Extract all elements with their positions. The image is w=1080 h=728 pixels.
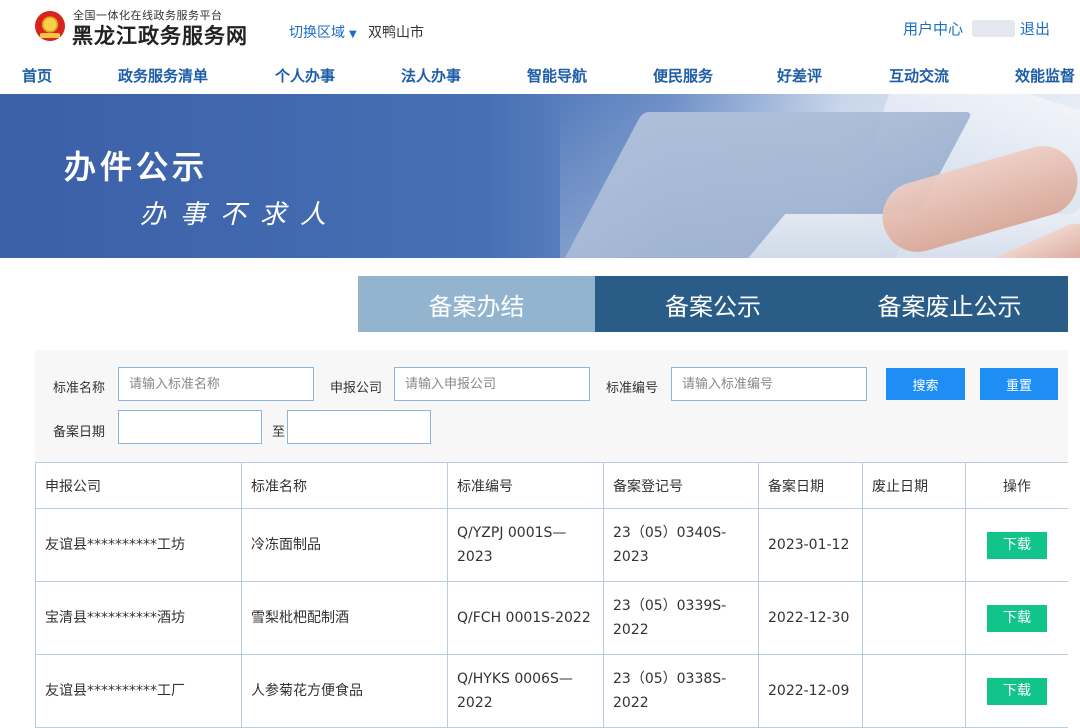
banner-slogan: 办事不求人: [140, 200, 341, 230]
nav-item-interaction[interactable]: 互动交流: [889, 65, 949, 86]
record-table: 申报公司 标准名称 标准编号 备案登记号 备案日期 废止日期 操作 友谊县***…: [35, 462, 1068, 728]
record-date-label: 备案日期: [53, 425, 106, 440]
user-center-link[interactable]: 用户中心: [903, 18, 963, 39]
cell-date: 2022-12-30: [758, 581, 863, 655]
record-tabs: 备案办结 备案公示 备案废止公示: [358, 276, 1068, 332]
cell-reg-no: 23（05）0339S-2022: [603, 581, 759, 655]
cell-reg-no: 23（05）0340S-2023: [603, 508, 759, 582]
caret-down-icon: ▼: [349, 29, 357, 40]
nav-item-convenience[interactable]: 便民服务: [653, 65, 713, 86]
cell-standard-code: Q/HYKS 0006S—2022: [447, 654, 604, 728]
current-region: 双鸭山市: [368, 25, 424, 41]
cell-standard-code: Q/FCH 0001S-2022: [447, 581, 604, 655]
company-input[interactable]: [394, 367, 590, 401]
cell-revoke-date: [862, 508, 966, 582]
site-logo-title[interactable]: 黑龙江政务服务网: [72, 20, 248, 50]
standard-name-label: 标准名称: [53, 381, 106, 396]
search-panel: 标准名称 申报公司 标准编号 搜索 重置 备案日期 至: [35, 350, 1068, 462]
top-bar: 全国一体化在线政务服务平台 黑龙江政务服务网 切换区域 ▼ 双鸭山市 用户中心 退…: [0, 0, 1080, 58]
column-header-company: 申报公司: [35, 462, 242, 509]
region-switch-label: 切换区域: [289, 25, 345, 41]
cell-date: 2023-01-12: [758, 508, 863, 582]
column-header-reg-no: 备案登记号: [603, 462, 759, 509]
column-header-date: 备案日期: [758, 462, 863, 509]
nav-item-service-list[interactable]: 政务服务清单: [118, 65, 208, 86]
cell-action: 下载: [965, 508, 1068, 582]
tab-record-publicity[interactable]: 备案公示: [595, 276, 831, 332]
download-button[interactable]: 下载: [987, 604, 1047, 632]
user-name-masked: [972, 20, 1015, 37]
column-header-name: 标准名称: [241, 462, 448, 509]
standard-code-input[interactable]: [671, 367, 867, 401]
record-date-end-input[interactable]: [287, 410, 431, 444]
nav-item-rating[interactable]: 好差评: [777, 65, 822, 86]
download-button[interactable]: 下载: [987, 677, 1047, 705]
hero-banner: 办件公示 办事不求人: [0, 94, 1080, 258]
banner-title: 办件公示: [64, 148, 209, 186]
column-header-code: 标准编号: [447, 462, 604, 509]
cell-standard-code: Q/YZPJ 0001S—2023: [447, 508, 604, 582]
cell-date: 2022-12-09: [758, 654, 863, 728]
column-header-action: 操作: [965, 462, 1068, 509]
cell-revoke-date: [862, 581, 966, 655]
main-nav: 首页 政务服务清单 个人办事 法人办事 智能导航 便民服务 好差评 互动交流 效…: [0, 58, 1080, 94]
table-header-row: 申报公司 标准名称 标准编号 备案登记号 备案日期 废止日期 操作: [35, 462, 1068, 509]
record-table-container: 申报公司 标准名称 标准编号 备案登记号 备案日期 废止日期 操作 友谊县***…: [35, 462, 1068, 728]
search-button[interactable]: 搜索: [886, 368, 965, 400]
cell-company: 友谊县**********工厂: [35, 654, 242, 728]
cell-company: 友谊县**********工坊: [35, 508, 242, 582]
nav-item-home[interactable]: 首页: [22, 65, 52, 86]
nav-item-supervision[interactable]: 效能监督: [1015, 65, 1075, 86]
company-label: 申报公司: [330, 381, 383, 396]
download-button[interactable]: 下载: [987, 531, 1047, 559]
tab-record-completed[interactable]: 备案办结: [358, 276, 595, 332]
standard-name-input[interactable]: [118, 367, 314, 401]
tab-record-revoked[interactable]: 备案废止公示: [831, 276, 1068, 332]
nav-item-personal[interactable]: 个人办事: [275, 65, 335, 86]
region-switch-dropdown[interactable]: 切换区域 ▼: [289, 22, 357, 42]
date-range-separator: 至: [272, 425, 286, 440]
cell-revoke-date: [862, 654, 966, 728]
column-header-revoke-date: 废止日期: [862, 462, 966, 509]
cell-standard-name: 冷冻面制品: [241, 508, 448, 582]
record-date-start-input[interactable]: [118, 410, 262, 444]
table-row: 友谊县**********工厂 人参菊花方便食品 Q/HYKS 0006S—20…: [35, 654, 1068, 728]
nav-item-smart-nav[interactable]: 智能导航: [527, 65, 587, 86]
cell-reg-no: 23（05）0338S-2022: [603, 654, 759, 728]
cell-standard-name: 人参菊花方便食品: [241, 654, 448, 728]
table-row: 宝清县**********酒坊 雪梨枇杷配制酒 Q/FCH 0001S-2022…: [35, 581, 1068, 655]
reset-button[interactable]: 重置: [980, 368, 1058, 400]
standard-code-label: 标准编号: [606, 381, 659, 396]
cell-action: 下载: [965, 581, 1068, 655]
cell-company: 宝清县**********酒坊: [35, 581, 242, 655]
national-emblem-icon: [35, 11, 65, 41]
cell-action: 下载: [965, 654, 1068, 728]
nav-item-legal-person[interactable]: 法人办事: [401, 65, 461, 86]
logout-link[interactable]: 退出: [1020, 18, 1050, 39]
table-row: 友谊县**********工坊 冷冻面制品 Q/YZPJ 0001S—2023 …: [35, 508, 1068, 582]
cell-standard-name: 雪梨枇杷配制酒: [241, 581, 448, 655]
